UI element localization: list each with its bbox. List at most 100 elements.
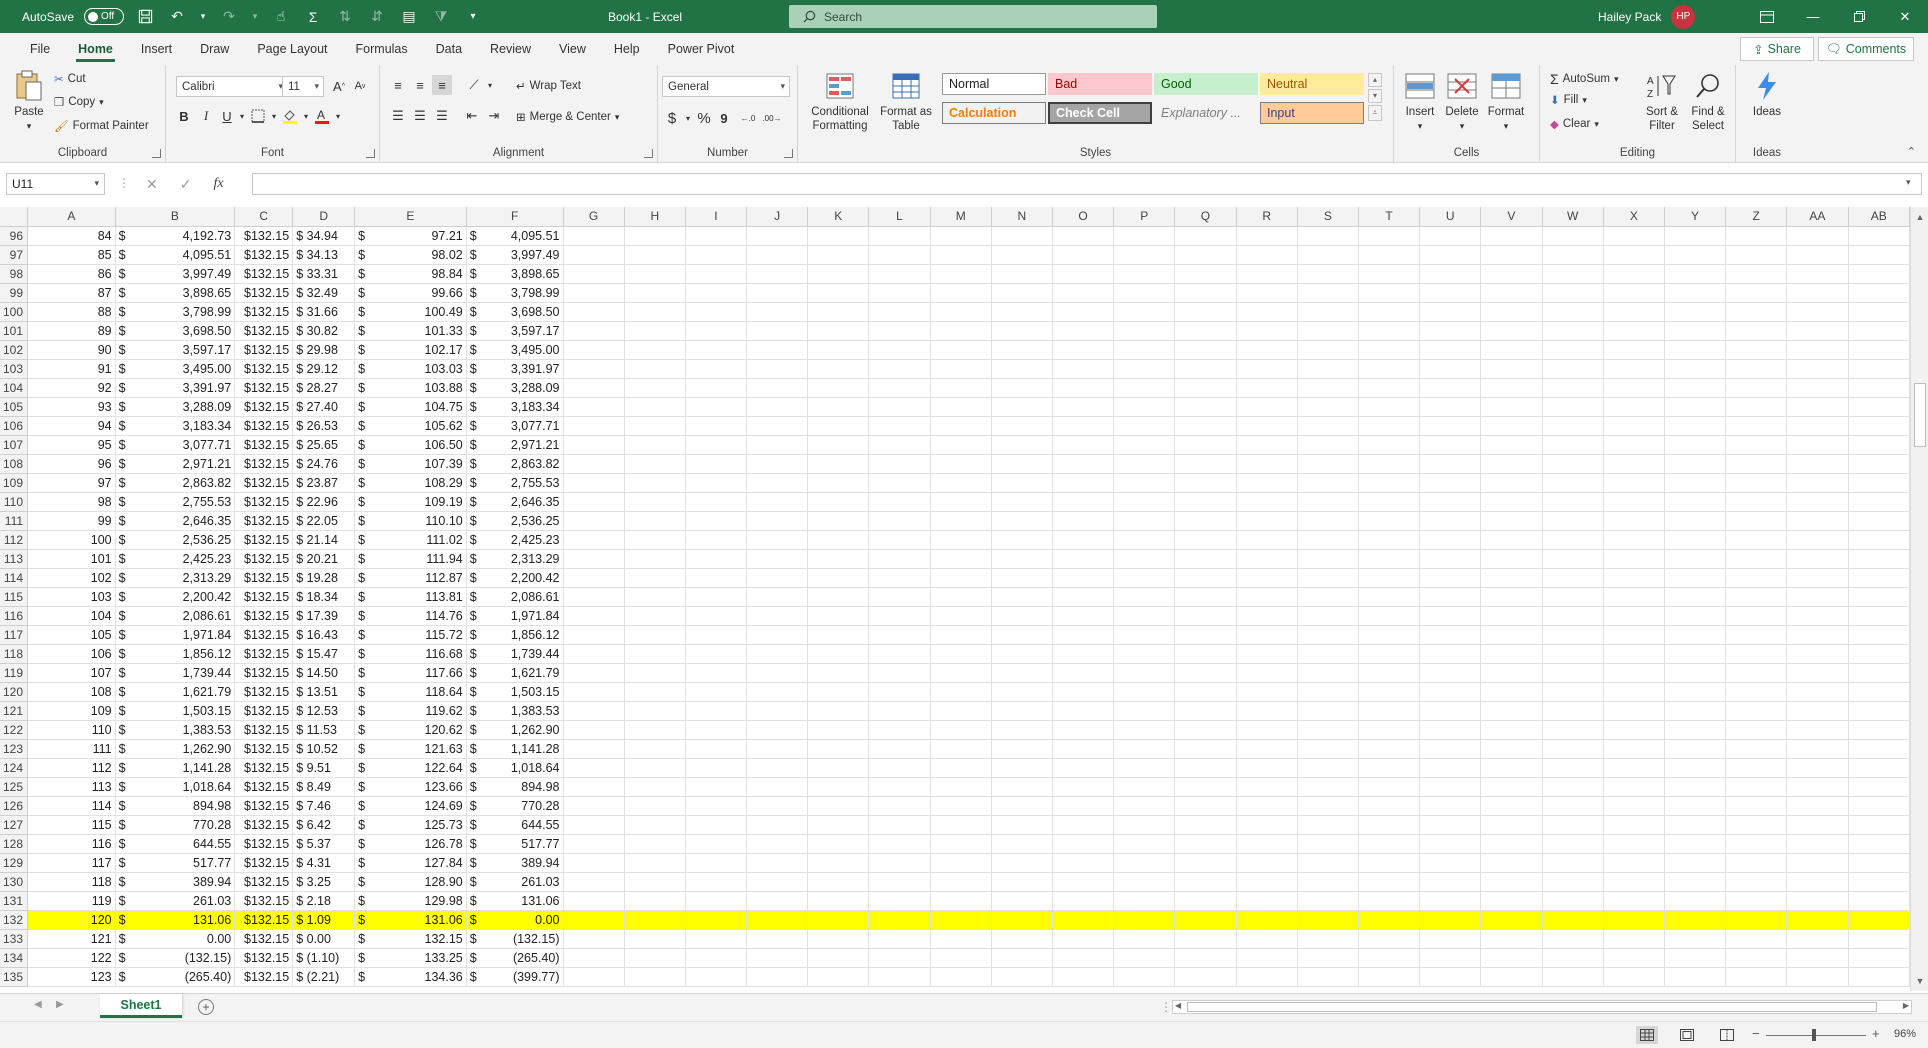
cell-empty[interactable] <box>1297 948 1359 968</box>
cell-empty[interactable] <box>1419 929 1482 949</box>
autosum-quick-icon[interactable]: Σ <box>302 6 324 28</box>
cell-empty[interactable] <box>1848 397 1910 417</box>
cell-empty[interactable] <box>1786 435 1849 455</box>
zoom-slider-thumb[interactable] <box>1812 1029 1816 1041</box>
cell-empty[interactable] <box>563 853 625 873</box>
cell-empty[interactable] <box>930 283 992 303</box>
cell-empty[interactable] <box>930 568 992 588</box>
cell-empty[interactable] <box>1664 682 1727 702</box>
cell-empty[interactable] <box>624 929 686 949</box>
cell-empty[interactable] <box>563 625 625 645</box>
cell-empty[interactable] <box>1542 929 1604 949</box>
cell-empty[interactable] <box>930 264 992 284</box>
cell-empty[interactable] <box>685 777 748 797</box>
cell-e[interactable]: $119.62 <box>354 701 467 721</box>
cell-empty[interactable] <box>1174 739 1237 759</box>
cell-empty[interactable] <box>685 492 748 512</box>
cell-empty[interactable] <box>1419 454 1482 474</box>
cell-empty[interactable] <box>1052 245 1115 265</box>
cell-empty[interactable] <box>1174 378 1237 398</box>
cell-b[interactable]: $1,856.12 <box>115 644 236 664</box>
cell-empty[interactable] <box>563 834 625 854</box>
cell-empty[interactable] <box>1664 872 1727 892</box>
cell-f[interactable]: $131.06 <box>466 891 564 911</box>
cell-empty[interactable] <box>807 910 870 930</box>
cell-empty[interactable] <box>1725 891 1788 911</box>
cell-empty[interactable] <box>1848 587 1910 607</box>
cell-empty[interactable] <box>930 815 992 835</box>
cell-empty[interactable] <box>1542 682 1604 702</box>
cell-empty[interactable] <box>746 359 809 379</box>
cell-empty[interactable] <box>1297 834 1359 854</box>
cell-empty[interactable] <box>1297 815 1359 835</box>
cell-empty[interactable] <box>930 663 992 683</box>
cell-empty[interactable] <box>930 682 992 702</box>
cell-empty[interactable] <box>685 264 748 284</box>
cell-empty[interactable] <box>1236 511 1298 531</box>
style-explanatory[interactable]: Explanatory ... <box>1154 102 1258 124</box>
insert-cells-button[interactable]: Insert ▾ <box>1400 71 1440 133</box>
cell-empty[interactable] <box>624 891 686 911</box>
cell-empty[interactable] <box>1480 530 1543 550</box>
cell-empty[interactable] <box>1419 663 1482 683</box>
cell-empty[interactable] <box>1358 473 1421 493</box>
cell-c[interactable]: $132.15 <box>234 872 294 892</box>
cell-empty[interactable] <box>746 568 809 588</box>
row-header[interactable]: 110 <box>0 492 29 512</box>
cell-empty[interactable] <box>1297 606 1359 626</box>
cell-empty[interactable] <box>685 872 748 892</box>
cell-empty[interactable] <box>991 929 1053 949</box>
cell-empty[interactable] <box>991 872 1053 892</box>
row-header[interactable]: 125 <box>0 777 29 797</box>
cell-empty[interactable] <box>1113 264 1176 284</box>
cell-d[interactable]: $ 32.49 <box>292 283 356 303</box>
cell-empty[interactable] <box>1052 682 1115 702</box>
cell-empty[interactable] <box>1664 435 1727 455</box>
cell-empty[interactable] <box>685 853 748 873</box>
cell-empty[interactable] <box>1113 302 1176 322</box>
cell-empty[interactable] <box>1174 910 1237 930</box>
cell-f[interactable]: $2,536.25 <box>466 511 564 531</box>
cell-d[interactable]: $ 7.46 <box>292 796 356 816</box>
cell-empty[interactable] <box>1786 397 1849 417</box>
zoom-out-icon[interactable]: − <box>1752 1026 1760 1041</box>
cell-empty[interactable] <box>685 378 748 398</box>
cell-empty[interactable] <box>563 758 625 778</box>
cell-d[interactable]: $ 15.47 <box>292 644 356 664</box>
cell-empty[interactable] <box>1358 397 1421 417</box>
cell-empty[interactable] <box>1480 644 1543 664</box>
cell-empty[interactable] <box>807 568 870 588</box>
cell-empty[interactable] <box>1052 416 1115 436</box>
cell-a[interactable]: 88 <box>27 302 116 322</box>
cell-empty[interactable] <box>1603 530 1665 550</box>
cell-e[interactable]: $132.15 <box>354 929 467 949</box>
cell-empty[interactable] <box>746 378 809 398</box>
cell-empty[interactable] <box>991 264 1053 284</box>
cell-empty[interactable] <box>1297 473 1359 493</box>
cell-empty[interactable] <box>1848 359 1910 379</box>
cell-empty[interactable] <box>624 720 686 740</box>
cell-e[interactable]: $97.21 <box>354 226 467 246</box>
cell-e[interactable]: $115.72 <box>354 625 467 645</box>
cell-e[interactable]: $111.94 <box>354 549 467 569</box>
cell-d[interactable]: $ 30.82 <box>292 321 356 341</box>
cell-empty[interactable] <box>1664 910 1727 930</box>
cell-empty[interactable] <box>1786 739 1849 759</box>
cell-f[interactable]: $2,646.35 <box>466 492 564 512</box>
cell-empty[interactable] <box>991 587 1053 607</box>
cell-empty[interactable] <box>991 435 1053 455</box>
cell-empty[interactable] <box>1480 891 1543 911</box>
cell-empty[interactable] <box>1725 397 1788 417</box>
restore-icon[interactable] <box>1836 0 1882 33</box>
cell-empty[interactable] <box>1113 853 1176 873</box>
cell-empty[interactable] <box>991 606 1053 626</box>
cell-empty[interactable] <box>624 321 686 341</box>
cell-a[interactable]: 109 <box>27 701 116 721</box>
cell-empty[interactable] <box>1052 910 1115 930</box>
cell-empty[interactable] <box>1725 910 1788 930</box>
cell-empty[interactable] <box>1297 739 1359 759</box>
cell-d[interactable]: $ 16.43 <box>292 625 356 645</box>
cell-c[interactable]: $132.15 <box>234 549 294 569</box>
cell-c[interactable]: $132.15 <box>234 815 294 835</box>
cell-empty[interactable] <box>1725 625 1788 645</box>
